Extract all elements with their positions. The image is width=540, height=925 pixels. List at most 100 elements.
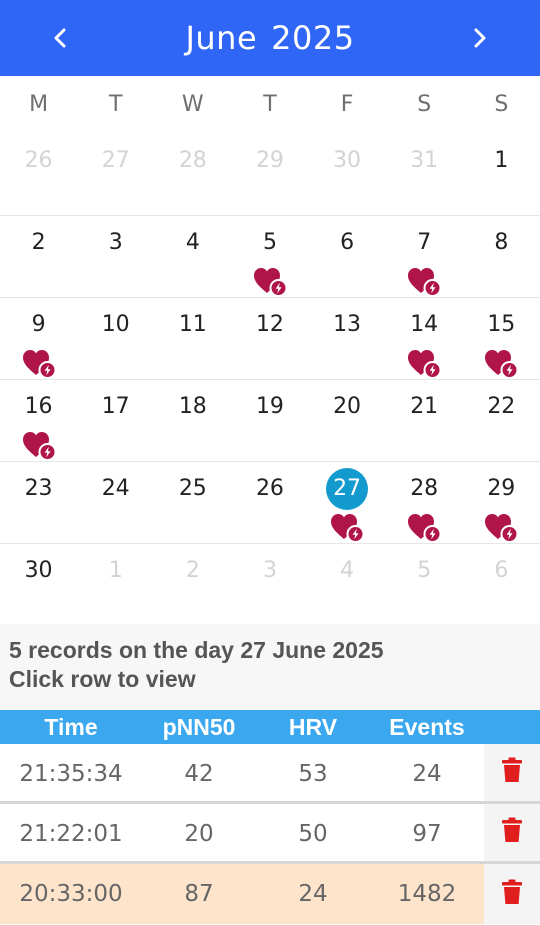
day-number: 16	[24, 394, 53, 419]
records-info: 5 records on the day 27 June 2025 Click …	[0, 624, 540, 710]
heart-lightning-icon	[407, 512, 443, 544]
cell-hrv: 53	[298, 761, 328, 787]
heart-lightning-icon	[407, 348, 443, 380]
chevron-right-icon	[474, 28, 486, 48]
calendar-day-selected[interactable]: 27	[309, 462, 386, 543]
delete-row-button[interactable]	[484, 804, 540, 861]
calendar-day[interactable]: 1	[463, 134, 540, 215]
calendar-day[interactable]: 27	[77, 134, 154, 215]
calendar-day[interactable]: 24	[77, 462, 154, 543]
calendar-day[interactable]: 29	[463, 462, 540, 543]
col-pnn50: pNN50	[162, 714, 236, 740]
table-row[interactable]: 21:22:01 20 50 97	[0, 804, 540, 864]
day-number: 29	[487, 476, 516, 501]
records-hint: Click row to view	[9, 666, 196, 692]
calendar-day[interactable]: 5	[386, 544, 463, 625]
day-number: 27	[326, 468, 369, 510]
calendar-day[interactable]: 28	[386, 462, 463, 543]
day-number: 22	[487, 394, 516, 419]
calendar-day[interactable]: 6	[463, 544, 540, 625]
day-number: 8	[494, 230, 509, 255]
calendar-day[interactable]: 30	[0, 544, 77, 625]
calendar-day[interactable]: 13	[309, 298, 386, 379]
calendar-day[interactable]: 15	[463, 298, 540, 379]
calendar-day[interactable]: 19	[231, 380, 308, 461]
delete-row-button[interactable]	[484, 744, 540, 801]
weekday-label: M	[29, 92, 49, 117]
day-number: 19	[255, 394, 284, 419]
cell-pnn50: 42	[184, 761, 214, 787]
calendar-day[interactable]: 4	[154, 216, 231, 297]
calendar-day[interactable]: 11	[154, 298, 231, 379]
calendar-week-row: 2 3 4 5 6 7 8	[0, 216, 540, 298]
calendar-day[interactable]: 20	[309, 380, 386, 461]
day-number: 23	[24, 476, 53, 501]
calendar-day[interactable]: 14	[386, 298, 463, 379]
cell-pnn50: 20	[184, 821, 214, 847]
calendar-day[interactable]: 4	[309, 544, 386, 625]
calendar-day[interactable]: 3	[231, 544, 308, 625]
calendar-day[interactable]: 22	[463, 380, 540, 461]
calendar-day[interactable]: 1	[77, 544, 154, 625]
day-number: 31	[410, 148, 439, 173]
trash-icon	[501, 757, 523, 788]
weekday-label: F	[340, 92, 354, 117]
day-number: 18	[178, 394, 207, 419]
day-number: 7	[417, 230, 432, 255]
day-number: 17	[101, 394, 130, 419]
day-number: 26	[255, 476, 284, 501]
weekday-label: S	[417, 92, 432, 117]
day-number: 2	[31, 230, 46, 255]
calendar-grid: 26 27 28 29 30 31 1 2 3 4 5 6 7 8 9 10 11 12 13 14 15 16 17 18 1…	[0, 134, 540, 626]
calendar-day[interactable]: 18	[154, 380, 231, 461]
calendar-day[interactable]: 30	[309, 134, 386, 215]
calendar-day[interactable]: 23	[0, 462, 77, 543]
calendar-day[interactable]: 10	[77, 298, 154, 379]
month-label: June	[185, 19, 258, 57]
records-table-body: 21:35:34 42 53 24 21:22:01 20 50 97 20:33:00 87 24…	[0, 744, 540, 924]
trash-icon	[501, 879, 523, 910]
day-number: 1	[494, 148, 509, 173]
cell-hrv: 50	[298, 821, 328, 847]
day-number: 3	[262, 558, 277, 583]
calendar-day[interactable]: 8	[463, 216, 540, 297]
weekday-label: S	[494, 92, 509, 117]
calendar-day[interactable]: 12	[231, 298, 308, 379]
cell-time: 21:35:34	[19, 761, 123, 787]
calendar-day[interactable]: 26	[231, 462, 308, 543]
calendar-day[interactable]: 2	[0, 216, 77, 297]
calendar-day[interactable]: 25	[154, 462, 231, 543]
day-number: 5	[262, 230, 277, 255]
calendar-day[interactable]: 17	[77, 380, 154, 461]
calendar-day[interactable]: 3	[77, 216, 154, 297]
delete-row-button[interactable]	[484, 864, 540, 924]
calendar-day[interactable]: 29	[231, 134, 308, 215]
calendar-week-row: 16 17 18 19 20 21 22	[0, 380, 540, 462]
day-number: 10	[101, 312, 130, 337]
day-number: 11	[178, 312, 207, 337]
heart-lightning-icon	[22, 430, 58, 462]
cell-events: 1482	[397, 881, 457, 907]
day-number: 5	[417, 558, 432, 583]
day-number: 2	[185, 558, 200, 583]
calendar-day[interactable]: 9	[0, 298, 77, 379]
calendar-day[interactable]: 7	[386, 216, 463, 297]
weekday-header-row: MTWTFSS	[0, 76, 540, 134]
table-row[interactable]: 21:35:34 42 53 24	[0, 744, 540, 804]
calendar-day[interactable]: 16	[0, 380, 77, 461]
heart-lightning-icon	[484, 348, 520, 380]
cell-events: 24	[412, 761, 442, 787]
day-number: 20	[333, 394, 362, 419]
calendar-day[interactable]: 2	[154, 544, 231, 625]
calendar-day[interactable]: 28	[154, 134, 231, 215]
calendar-day[interactable]: 26	[0, 134, 77, 215]
table-row[interactable]: 20:33:00 87 24 1482	[0, 864, 540, 924]
next-month-button[interactable]	[456, 14, 504, 62]
calendar-day[interactable]: 5	[231, 216, 308, 297]
calendar-day[interactable]: 6	[309, 216, 386, 297]
cell-time: 21:22:01	[19, 821, 123, 847]
calendar-day[interactable]: 31	[386, 134, 463, 215]
col-events: Events	[389, 714, 465, 740]
day-number: 30	[333, 148, 362, 173]
calendar-day[interactable]: 21	[386, 380, 463, 461]
